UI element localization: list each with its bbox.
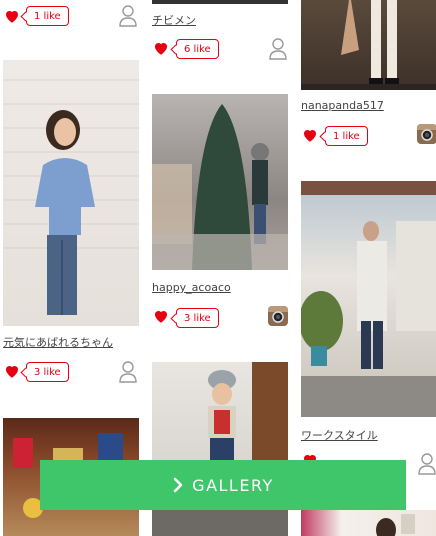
heart-icon[interactable] (301, 126, 319, 144)
gallery-button[interactable]: GALLERY (40, 460, 406, 510)
photo-man-workcoat[interactable] (301, 181, 436, 417)
heart-icon[interactable] (3, 362, 21, 380)
photo-top-strip[interactable] (152, 0, 288, 4)
user-icon[interactable] (118, 360, 138, 384)
heart-icon[interactable] (152, 307, 170, 325)
photo-caption[interactable]: チビメン (152, 12, 196, 28)
photo-tree-garden[interactable] (152, 94, 288, 270)
photo-caption[interactable]: ワークスタイル (301, 427, 378, 443)
like-count-badge: 1 like (325, 126, 368, 146)
instagram-icon[interactable] (268, 306, 288, 326)
user-icon[interactable] (118, 4, 138, 28)
user-icon[interactable] (417, 452, 436, 476)
photo-legs-bag[interactable] (301, 0, 436, 90)
photo-girl-brick-wall[interactable] (3, 60, 139, 326)
gallery-button-label: GALLERY (192, 475, 274, 495)
heart-icon[interactable] (3, 7, 21, 25)
photo-caption[interactable]: happy_acoaco (152, 281, 231, 294)
chevron-right-icon (173, 477, 183, 493)
heart-icon[interactable] (152, 39, 170, 57)
instagram-icon[interactable] (417, 124, 436, 144)
user-icon[interactable] (268, 37, 288, 61)
photo-caption[interactable]: 元気にあばれるちゃん (3, 334, 113, 350)
photo-girl-bottom[interactable] (301, 510, 436, 536)
like-count-badge: 6 like (176, 39, 219, 59)
like-count-badge: 3 like (26, 362, 69, 382)
photo-caption[interactable]: nanapanda517 (301, 99, 384, 112)
like-count-badge: 3 like (176, 308, 219, 328)
like-count-badge: 1 like (26, 6, 69, 26)
